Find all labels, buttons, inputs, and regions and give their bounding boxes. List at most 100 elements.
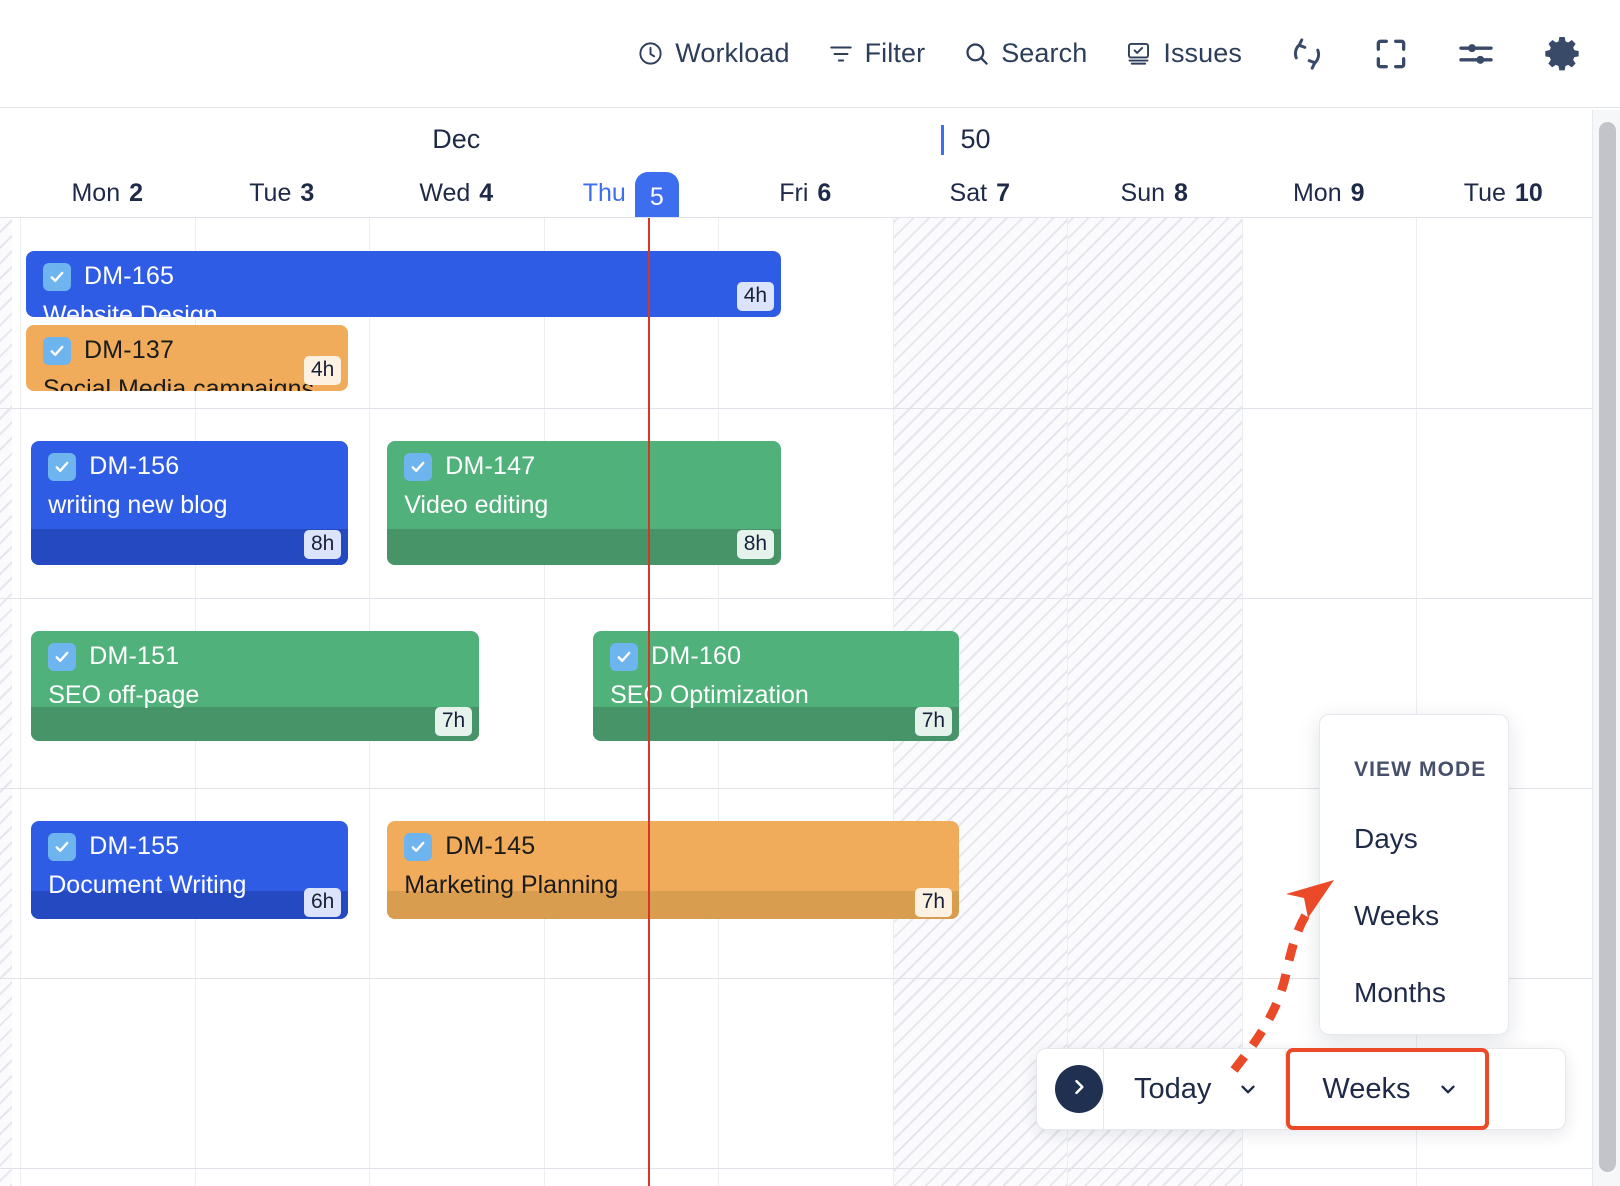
- day-row: Mon 2 Tue 3 Wed 4 Thu 5 Fri 6 Sat 7 Sun 8 Mon 9 Tue 10: [0, 168, 1620, 217]
- task-bar-dm-156[interactable]: DM-156 writing new blog 8h: [31, 441, 349, 565]
- toolbar-item-search-label: Search: [1001, 38, 1088, 68]
- task-bar-header: DM-147: [404, 452, 535, 481]
- grid-hline: [0, 1168, 1620, 1169]
- toolbar-item-search[interactable]: Search: [963, 38, 1087, 69]
- task-checkbox-icon[interactable]: [43, 336, 71, 365]
- task-progress-fill: [31, 707, 480, 741]
- grid-vline: [1416, 218, 1417, 1186]
- today-marker-line: [647, 218, 650, 1186]
- fullscreen-icon[interactable]: [1372, 35, 1410, 73]
- vertical-scrollbar-track[interactable]: [1592, 110, 1620, 1186]
- day-header-number: 7: [996, 178, 1010, 207]
- view-mode-option-days[interactable]: Days: [1354, 823, 1418, 855]
- week-tick-icon: [940, 124, 944, 155]
- chevron-down-icon: [1437, 1078, 1459, 1100]
- task-title: writing new blog: [48, 491, 228, 519]
- day-header-number: 2: [129, 178, 144, 207]
- task-bar-body: DM-137 Social Media campaigns 4h: [26, 325, 348, 391]
- annotation-arrow: [1230, 880, 1334, 1073]
- task-bar-dm-151[interactable]: DM-151 SEO off-page 7h: [31, 631, 480, 741]
- grid-vline: [20, 218, 21, 1186]
- task-bar-dm-137[interactable]: DM-137 Social Media campaigns 4h: [26, 325, 349, 391]
- task-bar-dm-145[interactable]: DM-145 Marketing Planning 7h: [387, 821, 960, 919]
- task-bar-dm-147[interactable]: DM-147 Video editing 8h: [387, 441, 782, 565]
- day-header-name: Tue: [249, 178, 292, 207]
- view-mode-title: VIEW MODE: [1354, 758, 1487, 781]
- task-hours-badge: 4h: [303, 355, 342, 385]
- task-progress-fill: [31, 529, 349, 565]
- task-key: DM-155: [89, 832, 180, 860]
- grid-vline: [1067, 218, 1068, 1186]
- month-label: Dec: [432, 124, 481, 154]
- task-bar-header: DM-151: [48, 642, 179, 671]
- refresh-icon[interactable]: [1288, 35, 1326, 73]
- task-bar-body: DM-147 Video editing 8h: [387, 441, 782, 565]
- day-header-name: Thu: [582, 178, 626, 207]
- day-header-tue-3[interactable]: Tue 3: [195, 168, 370, 217]
- task-title: SEO Optimization: [610, 681, 809, 709]
- task-checkbox-icon[interactable]: [404, 452, 433, 481]
- next-period-button[interactable]: [1055, 1065, 1103, 1113]
- issues-icon: [1125, 40, 1152, 67]
- day-header-sat-7[interactable]: Sat 7: [893, 168, 1068, 217]
- sliders-icon[interactable]: [1456, 34, 1496, 74]
- grid-hline: [0, 598, 1620, 599]
- day-header-sun-8[interactable]: Sun 8: [1067, 168, 1242, 217]
- day-header-number: 8: [1174, 178, 1188, 207]
- day-header-wed-4[interactable]: Wed 4: [369, 168, 544, 217]
- task-bar-header: DM-156: [48, 452, 179, 481]
- week-number-label: 50: [960, 124, 991, 154]
- task-title: Document Writing: [48, 871, 247, 899]
- task-hours-badge: 8h: [303, 529, 342, 559]
- view-mode-option-weeks[interactable]: Weeks: [1354, 900, 1439, 932]
- chevron-down-icon: [1237, 1078, 1259, 1100]
- task-hours-badge: 4h: [736, 281, 775, 311]
- task-bar-dm-155[interactable]: DM-155 Document Writing 6h: [31, 821, 349, 919]
- day-header-thu-5[interactable]: Thu 5: [544, 168, 719, 217]
- day-header-fri-6[interactable]: Fri 6: [718, 168, 893, 217]
- task-key: DM-145: [445, 832, 536, 860]
- task-key: DM-147: [445, 452, 536, 480]
- task-bar-body: DM-151 SEO off-page 7h: [31, 631, 480, 741]
- view-mode-option-months[interactable]: Months: [1354, 977, 1446, 1009]
- task-bar-header: DM-165: [43, 262, 174, 291]
- toolbar-item-issues-label: Issues: [1163, 38, 1242, 68]
- gear-icon[interactable]: [1542, 34, 1582, 74]
- grid-hline: [0, 408, 1620, 409]
- chevron-right-icon: [1069, 1077, 1089, 1102]
- day-header-name: Fri: [779, 178, 809, 207]
- today-dropdown-label: Today: [1134, 1072, 1212, 1105]
- day-header-mon-2[interactable]: Mon 2: [20, 168, 195, 217]
- day-header-tue-10[interactable]: Tue 10: [1416, 168, 1591, 217]
- timeline-header: Dec 50 Mon 2 Tue 3 Wed 4 Thu 5 Fri 6 Sat 7 Sun 8 Mon 9 T…: [0, 108, 1620, 218]
- toolbar-item-workload[interactable]: Workload: [637, 38, 789, 69]
- task-bar-body: DM-156 writing new blog 8h: [31, 441, 349, 565]
- day-header-mon-9[interactable]: Mon 9: [1242, 168, 1417, 217]
- left-edge-hatch: [0, 218, 12, 1186]
- toolbar-item-filter[interactable]: Filter: [828, 38, 926, 69]
- task-bar-body: DM-165 Website Design 4h: [26, 251, 781, 317]
- task-bar-header: DM-155: [48, 832, 179, 861]
- task-checkbox-icon[interactable]: [43, 262, 71, 291]
- task-checkbox-icon[interactable]: [404, 832, 433, 861]
- task-bar-dm-165[interactable]: DM-165 Website Design 4h: [26, 251, 782, 317]
- filter-icon: [828, 41, 854, 67]
- month-row: Dec 50: [0, 108, 1620, 168]
- day-header-name: Sat: [949, 178, 988, 207]
- task-bar-body: DM-155 Document Writing 6h: [31, 821, 349, 919]
- day-header-number: 9: [1350, 178, 1365, 207]
- week-number: 50: [940, 124, 991, 155]
- day-header-name: Mon: [71, 178, 121, 207]
- task-checkbox-icon[interactable]: [610, 642, 639, 671]
- task-title: Social Media campaigns: [43, 375, 314, 391]
- task-checkbox-icon[interactable]: [48, 832, 77, 861]
- task-title: SEO off-page: [48, 681, 200, 709]
- toolbar-item-issues[interactable]: Issues: [1125, 38, 1242, 69]
- vertical-scrollbar-thumb[interactable]: [1599, 122, 1616, 1172]
- task-key: DM-156: [89, 452, 180, 480]
- toolbar-item-filter-label: Filter: [864, 38, 926, 68]
- task-checkbox-icon[interactable]: [48, 452, 77, 481]
- day-header-number: 5: [634, 172, 679, 217]
- task-checkbox-icon[interactable]: [48, 642, 77, 671]
- timeline-grid: DM-165 Website Design 4h DM-137 Social Media…: [0, 218, 1620, 1186]
